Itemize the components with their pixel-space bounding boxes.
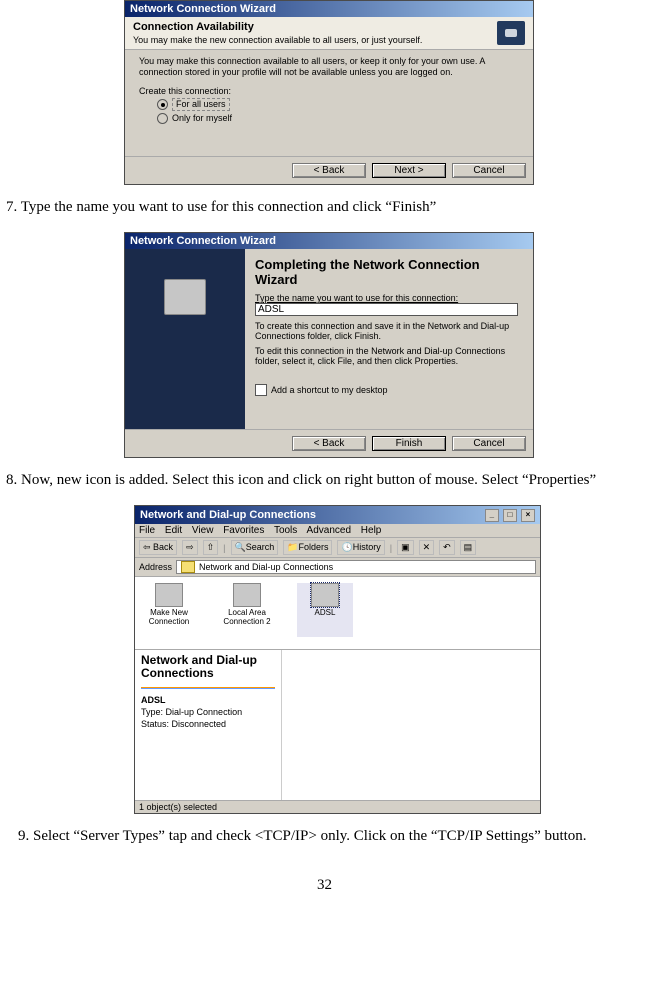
checkbox-label: Add a shortcut to my desktop xyxy=(271,385,388,395)
toolbar: ⇦ Back ⇨ ⇧ | 🔍Search 📁Folders 🕓History |… xyxy=(135,538,540,558)
back-button[interactable]: ⇦ Back xyxy=(139,540,177,555)
back-button[interactable]: < Back xyxy=(292,436,366,451)
close-icon[interactable]: × xyxy=(521,509,535,522)
cancel-button[interactable]: Cancel xyxy=(452,163,526,178)
network-icon xyxy=(233,583,261,607)
wizard-icon xyxy=(155,583,183,607)
make-new-connection-icon[interactable]: Make New Connection xyxy=(141,583,197,637)
next-button[interactable]: Next > xyxy=(372,163,446,178)
tool-icon[interactable]: ✕ xyxy=(419,540,435,555)
menu-help[interactable]: Help xyxy=(361,525,382,536)
menu-file[interactable]: File xyxy=(139,525,155,536)
radio-only-myself[interactable]: Only for myself xyxy=(157,113,519,124)
folders-button[interactable]: 📁Folders xyxy=(283,540,332,555)
lan-connection-icon[interactable]: Local Area Connection 2 xyxy=(219,583,275,637)
step-7-text: 7. Type the name you want to use for thi… xyxy=(6,197,643,218)
menu-tools[interactable]: Tools xyxy=(274,525,297,536)
address-field[interactable]: Network and Dial-up Connections xyxy=(176,560,536,574)
address-value: Network and Dial-up Connections xyxy=(199,562,333,572)
titlebar: Network Connection Wizard xyxy=(125,233,533,249)
header-title: Connection Availability xyxy=(133,21,422,33)
menu-bar: File Edit View Favorites Tools Advanced … xyxy=(135,524,540,538)
titlebar: Network and Dial-up Connections _ □ × xyxy=(135,506,540,524)
name-label: Type the name you want to use for this c… xyxy=(255,293,523,303)
tool-icon[interactable]: ▣ xyxy=(397,540,414,555)
address-bar: Address Network and Dial-up Connections xyxy=(135,558,540,577)
window-title: Network Connection Wizard xyxy=(130,3,276,15)
wizard-heading: Completing the Network Connection Wizard xyxy=(255,257,523,287)
radio-label: For all users xyxy=(172,98,230,111)
radio-icon xyxy=(157,99,168,110)
checkbox-icon xyxy=(255,384,267,396)
menu-favorites[interactable]: Favorites xyxy=(223,525,264,536)
description-text: You may make this connection available t… xyxy=(139,56,519,78)
content-pane xyxy=(282,650,540,800)
window-title: Network and Dial-up Connections xyxy=(140,509,316,521)
wizard-availability-dialog: Network Connection Wizard Connection Ava… xyxy=(124,0,534,185)
dialup-icon xyxy=(311,583,339,607)
finish-button[interactable]: Finish xyxy=(372,436,446,451)
selected-name: ADSL xyxy=(141,695,166,705)
page-number: 32 xyxy=(6,877,643,894)
menu-edit[interactable]: Edit xyxy=(165,525,182,536)
connections-window: Network and Dial-up Connections _ □ × Fi… xyxy=(134,505,541,814)
pane-title: Network and Dial-up Connections xyxy=(141,654,275,680)
forward-button[interactable]: ⇨ xyxy=(182,540,198,555)
create-label: Create this connection: xyxy=(139,86,519,97)
search-button[interactable]: 🔍Search xyxy=(231,540,279,555)
header-subtitle: You may make the new connection availabl… xyxy=(133,35,422,45)
window-title: Network Connection Wizard xyxy=(130,235,276,247)
status-bar: 1 object(s) selected xyxy=(135,800,540,813)
back-button[interactable]: < Back xyxy=(292,163,366,178)
minimize-icon[interactable]: _ xyxy=(485,509,499,522)
wizard-icon xyxy=(497,21,525,45)
cancel-button[interactable]: Cancel xyxy=(452,436,526,451)
menu-advanced[interactable]: Advanced xyxy=(307,525,351,536)
icon-area: Make New Connection Local Area Connectio… xyxy=(135,577,540,650)
up-button[interactable]: ⇧ xyxy=(203,540,219,555)
window-controls: _ □ × xyxy=(484,508,535,522)
radio-label: Only for myself xyxy=(172,113,232,124)
tool-icon[interactable]: ▤ xyxy=(460,540,477,555)
folder-icon xyxy=(181,561,195,573)
wizard-paragraph: To create this connection and save it in… xyxy=(255,321,523,341)
maximize-icon[interactable]: □ xyxy=(503,509,517,522)
radio-all-users[interactable]: For all users xyxy=(157,98,519,111)
address-label: Address xyxy=(139,562,172,572)
wizard-complete-dialog: Network Connection Wizard Completing the… xyxy=(124,232,534,458)
titlebar: Network Connection Wizard xyxy=(125,1,533,17)
wizard-side-graphic xyxy=(125,249,245,429)
details-pane: Network and Dial-up Connections ADSL Typ… xyxy=(135,650,282,800)
radio-icon xyxy=(157,113,168,124)
connection-name-input[interactable] xyxy=(255,303,518,316)
step-9-text: 9. Select “Server Types” tap and check <… xyxy=(6,826,643,847)
menu-view[interactable]: View xyxy=(192,525,214,536)
adsl-connection-icon[interactable]: ADSL xyxy=(297,583,353,637)
tool-icon[interactable]: ↶ xyxy=(439,540,455,555)
shortcut-checkbox-row[interactable]: Add a shortcut to my desktop xyxy=(255,384,523,396)
wizard-paragraph: To edit this connection in the Network a… xyxy=(255,346,523,366)
history-button[interactable]: 🕓History xyxy=(337,540,384,555)
step-8-text: 8. Now, new icon is added. Select this i… xyxy=(6,470,643,491)
